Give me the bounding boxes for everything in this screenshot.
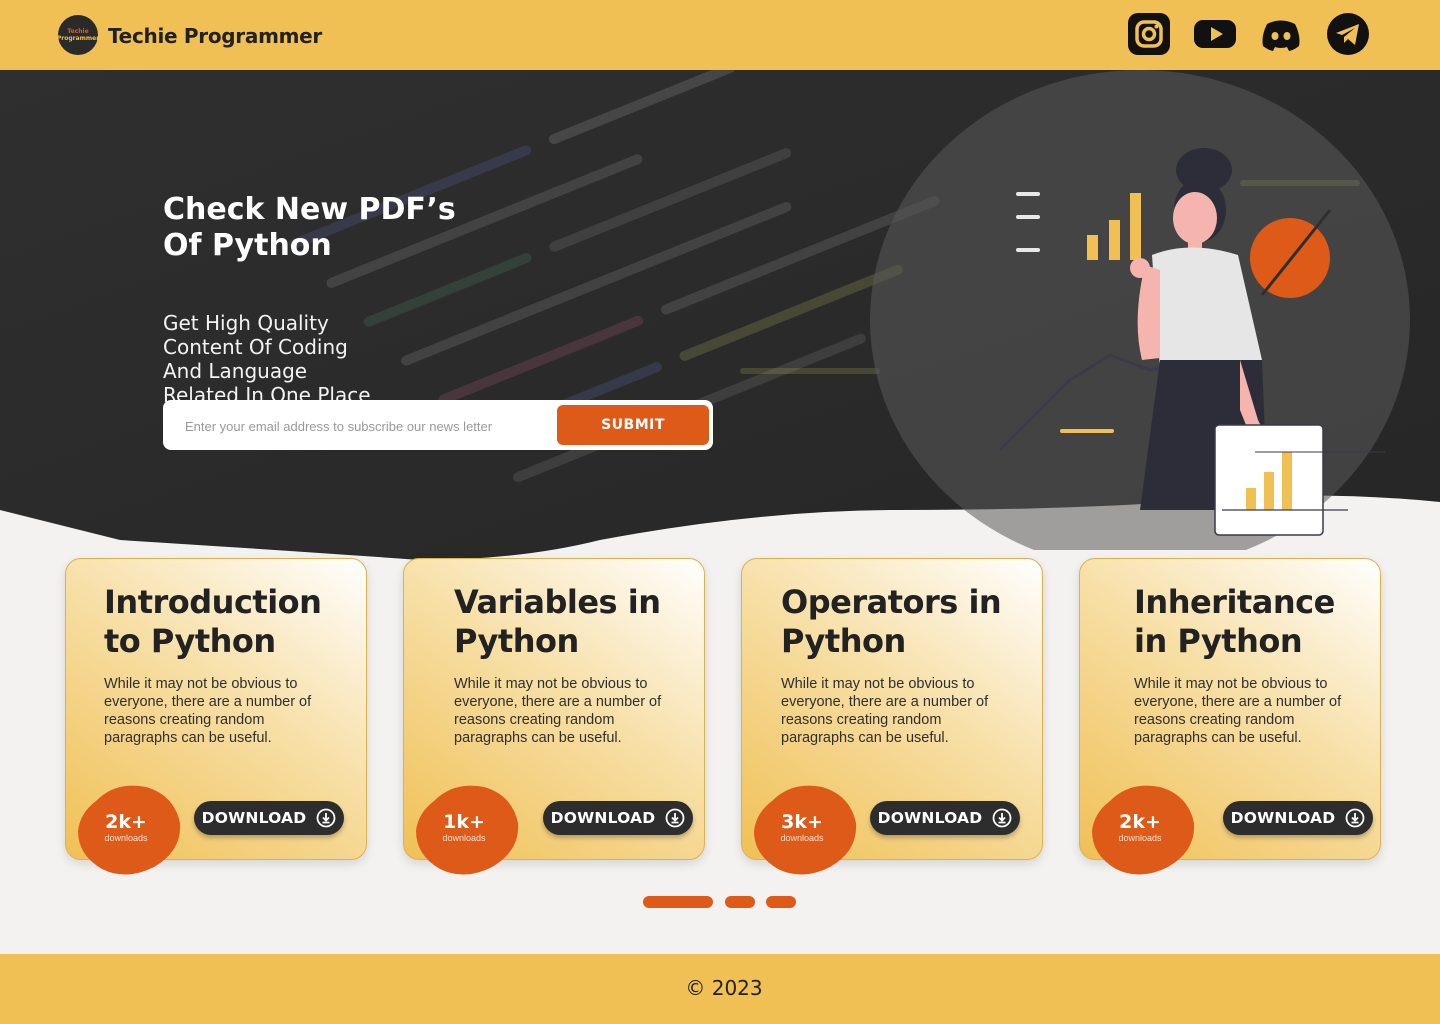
newsletter-form: SUBMIT: [163, 400, 713, 450]
carousel-dot[interactable]: [725, 896, 755, 908]
top-header: Techie Programmer Techie Programmer: [0, 0, 1440, 70]
download-button[interactable]: DOWNLOAD: [194, 801, 344, 835]
download-count: 2k+: [1119, 811, 1161, 833]
menu-line: [1016, 192, 1040, 196]
card-description: While it may not be obvious to everyone,…: [104, 676, 312, 746]
card-description: While it may not be obvious to everyone,…: [1134, 676, 1342, 746]
course-card: Introduction to Python While it may not …: [65, 558, 367, 875]
card-title: Variables in Python: [454, 583, 661, 660]
course-card: Inheritance in Python While it may not b…: [1079, 558, 1381, 875]
carousel-dot-active[interactable]: [643, 896, 713, 908]
hero-sub-line2: Content Of Coding: [163, 335, 348, 359]
download-button[interactable]: DOWNLOAD: [1223, 801, 1373, 835]
download-count-badge: 3k+ downloads: [752, 781, 858, 877]
course-card: Operators in Python While it may not be …: [741, 558, 1043, 875]
hero-sub-line1: Get High Quality: [163, 311, 329, 335]
download-count: 2k+: [105, 811, 147, 833]
submit-button[interactable]: SUBMIT: [557, 405, 709, 445]
download-button-label: DOWNLOAD: [1230, 809, 1336, 827]
download-count-label: downloads: [104, 833, 148, 843]
brand-name: Techie Programmer: [108, 24, 322, 48]
card-title: Inheritance in Python: [1134, 583, 1335, 660]
hero-title-line1: Check New PDF’s: [163, 192, 456, 227]
woman-chart-illustration: [870, 70, 1410, 550]
youtube-icon[interactable]: [1193, 12, 1237, 56]
download-icon: [1345, 808, 1365, 828]
hero-title-line2: Of Python: [163, 228, 332, 263]
download-button-label: DOWNLOAD: [201, 809, 307, 827]
carousel-dot[interactable]: [766, 896, 796, 908]
download-count: 1k+: [443, 811, 485, 833]
footer: © 2023: [0, 954, 1440, 1024]
course-card: Variables in Python While it may not be …: [403, 558, 705, 875]
logo[interactable]: Techie Programmer: [56, 15, 100, 55]
download-icon: [665, 808, 685, 828]
download-count-badge: 1k+ downloads: [414, 781, 520, 877]
download-icon: [992, 808, 1012, 828]
download-count-badge: 2k+ downloads: [76, 781, 182, 877]
download-button[interactable]: DOWNLOAD: [543, 801, 693, 835]
email-input[interactable]: [183, 410, 547, 442]
download-button-label: DOWNLOAD: [877, 809, 983, 827]
card-description: While it may not be obvious to everyone,…: [781, 676, 989, 746]
hero-title: Check New PDF’s Of Python: [163, 192, 523, 264]
copyright-text: © 2023: [685, 976, 763, 1000]
download-count-label: downloads: [780, 833, 824, 843]
download-count-label: downloads: [1118, 833, 1162, 843]
hero-sub-line3: And Language: [163, 359, 308, 383]
card-title: Introduction to Python: [104, 583, 322, 660]
hero-subtitle: Get High Quality Content Of Coding And L…: [163, 311, 423, 407]
download-button-label: DOWNLOAD: [550, 809, 656, 827]
download-icon: [316, 808, 336, 828]
logo-text-bottom: Programmer: [56, 35, 100, 42]
instagram-icon[interactable]: [1127, 12, 1171, 56]
telegram-icon[interactable]: [1326, 12, 1370, 56]
discord-icon[interactable]: [1259, 12, 1303, 56]
download-button[interactable]: DOWNLOAD: [870, 801, 1020, 835]
download-count-label: downloads: [442, 833, 486, 843]
download-count: 3k+: [781, 811, 823, 833]
card-title: Operators in Python: [781, 583, 1002, 660]
card-description: While it may not be obvious to everyone,…: [454, 676, 662, 746]
download-count-badge: 2k+ downloads: [1090, 781, 1196, 877]
logo-text-top: Techie: [67, 28, 89, 35]
